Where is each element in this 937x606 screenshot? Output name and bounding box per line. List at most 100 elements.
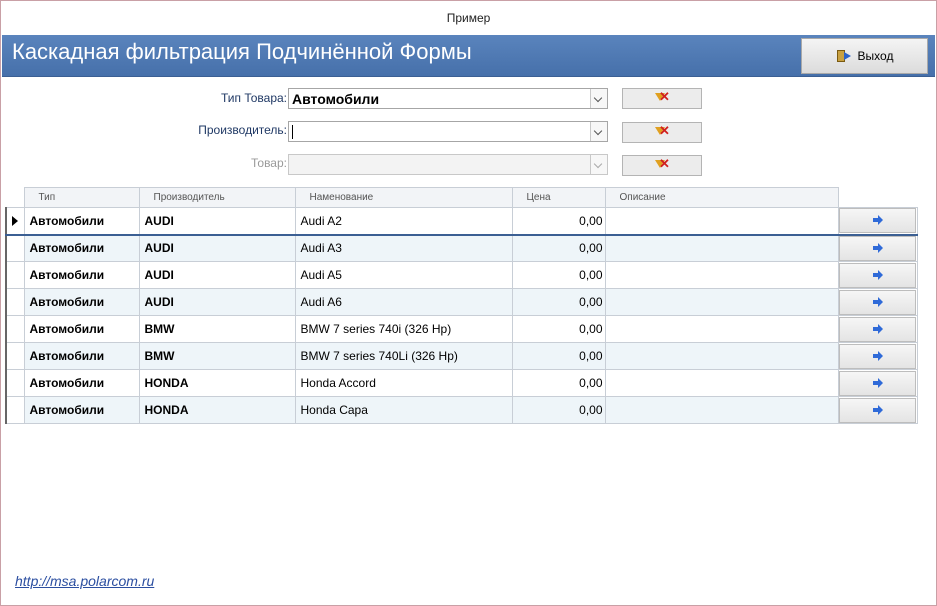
cell-name[interactable]: BMW 7 series 740Li (326 Hp): [294, 342, 513, 370]
cell-maker[interactable]: HONDA: [138, 396, 296, 424]
arrow-right-icon: [873, 269, 883, 280]
row-selector[interactable]: [5, 396, 25, 424]
row-selector[interactable]: [5, 369, 25, 397]
cell-maker[interactable]: BMW: [138, 342, 296, 370]
cell-name[interactable]: Audi A2: [294, 207, 513, 236]
filter-type-combo[interactable]: Автомобили: [288, 88, 608, 109]
row-selector-header: [6, 187, 24, 208]
open-record-button[interactable]: [839, 208, 916, 234]
table-row[interactable]: Автомобили HONDA Honda Accord 0,00: [5, 369, 918, 397]
cell-description[interactable]: [604, 369, 839, 397]
cell-price[interactable]: 0,00: [511, 288, 606, 316]
table-row[interactable]: Автомобили AUDI Audi A5 0,00: [5, 261, 918, 289]
cell-description[interactable]: [604, 261, 839, 289]
cell-price[interactable]: 0,00: [511, 342, 606, 370]
row-selector[interactable]: [5, 315, 25, 343]
table-row[interactable]: Автомобили BMW BMW 7 series 740Li (326 H…: [5, 342, 918, 370]
cell-maker[interactable]: AUDI: [138, 288, 296, 316]
cell-name[interactable]: BMW 7 series 740i (326 Hp): [294, 315, 513, 343]
arrow-right-icon: [873, 296, 883, 307]
chevron-down-icon[interactable]: [590, 122, 607, 141]
filter-maker-combo[interactable]: [288, 121, 608, 142]
grid-header-row: Тип Производитель Наменование Цена Описа…: [6, 187, 917, 208]
cell-maker[interactable]: AUDI: [138, 261, 296, 289]
table-row[interactable]: Автомобили AUDI Audi A6 0,00: [5, 288, 918, 316]
cell-name[interactable]: Honda Accord: [294, 369, 513, 397]
cell-description[interactable]: [604, 207, 839, 236]
table-row[interactable]: Автомобили BMW BMW 7 series 740i (326 Hp…: [5, 315, 918, 343]
cell-type[interactable]: Автомобили: [23, 207, 140, 236]
cell-price[interactable]: 0,00: [511, 207, 606, 236]
cell-maker[interactable]: AUDI: [138, 207, 296, 236]
form-title: Каскадная фильтрация Подчинённой Формы: [12, 39, 472, 64]
chevron-down-icon[interactable]: [590, 89, 607, 108]
clear-maker-filter-button[interactable]: ✕: [622, 122, 702, 143]
cell-maker[interactable]: HONDA: [138, 369, 296, 397]
open-cell: [837, 288, 918, 316]
cell-type[interactable]: Автомобили: [23, 342, 140, 370]
cell-price[interactable]: 0,00: [511, 315, 606, 343]
arrow-right-icon: [873, 404, 883, 415]
cell-type[interactable]: Автомобили: [23, 369, 140, 397]
column-header-type[interactable]: Тип: [23, 187, 140, 208]
clear-filter-icon: ✕: [655, 90, 670, 106]
table-row[interactable]: Автомобили AUDI Audi A2 0,00: [5, 207, 918, 236]
filter-type-label: Тип Товара:: [221, 91, 287, 105]
current-row-icon: [12, 216, 18, 226]
action-column-header: [838, 187, 917, 208]
row-selector[interactable]: [5, 207, 25, 236]
cell-type[interactable]: Автомобили: [23, 288, 140, 316]
open-record-button[interactable]: [839, 235, 916, 261]
row-selector[interactable]: [5, 261, 25, 289]
clear-product-filter-button[interactable]: ✕: [622, 155, 702, 176]
exit-button[interactable]: Выход: [801, 38, 928, 74]
open-record-button[interactable]: [839, 343, 916, 369]
filter-type-value: Автомобили: [292, 91, 380, 107]
arrow-right-icon: [873, 242, 883, 253]
open-record-button[interactable]: [839, 397, 916, 423]
column-header-name[interactable]: Наменование: [294, 187, 513, 208]
clear-type-filter-button[interactable]: ✕: [622, 88, 702, 109]
open-record-button[interactable]: [839, 370, 916, 396]
cell-price[interactable]: 0,00: [511, 396, 606, 424]
cell-price[interactable]: 0,00: [511, 369, 606, 397]
filter-product-label: Товар:: [251, 156, 287, 170]
cell-price[interactable]: 0,00: [511, 234, 606, 262]
cell-name[interactable]: Audi A6: [294, 288, 513, 316]
open-record-button[interactable]: [839, 289, 916, 315]
open-record-button[interactable]: [839, 262, 916, 288]
filter-maker-label: Производитель:: [198, 123, 287, 137]
row-selector[interactable]: [5, 288, 25, 316]
table-row[interactable]: Автомобили HONDA Honda Capa 0,00: [5, 396, 918, 424]
cell-type[interactable]: Автомобили: [23, 315, 140, 343]
cell-description[interactable]: [604, 342, 839, 370]
arrow-right-icon: [873, 350, 883, 361]
cell-type[interactable]: Автомобили: [23, 234, 140, 262]
cell-type[interactable]: Автомобили: [23, 261, 140, 289]
row-selector[interactable]: [5, 342, 25, 370]
arrow-right-icon: [873, 215, 883, 226]
footer-link[interactable]: http://msa.polarcom.ru: [15, 573, 154, 589]
open-record-button[interactable]: [839, 316, 916, 342]
cell-name[interactable]: Honda Capa: [294, 396, 513, 424]
table-row[interactable]: Автомобили AUDI Audi A3 0,00: [5, 234, 918, 262]
cell-name[interactable]: Audi A3: [294, 234, 513, 262]
cell-description[interactable]: [604, 234, 839, 262]
column-header-description[interactable]: Описание: [604, 187, 839, 208]
open-cell: [837, 207, 918, 236]
cell-maker[interactable]: BMW: [138, 315, 296, 343]
cell-description[interactable]: [604, 315, 839, 343]
column-header-price[interactable]: Цена: [511, 187, 606, 208]
open-cell: [837, 396, 918, 424]
cell-description[interactable]: [604, 288, 839, 316]
cell-maker[interactable]: AUDI: [138, 234, 296, 262]
filter-product-combo: [288, 154, 608, 175]
exit-door-icon: [836, 49, 852, 63]
form-window: Пример Каскадная фильтрация Подчинённой …: [0, 0, 937, 606]
cell-description[interactable]: [604, 396, 839, 424]
cell-type[interactable]: Автомобили: [23, 396, 140, 424]
cell-price[interactable]: 0,00: [511, 261, 606, 289]
column-header-maker[interactable]: Производитель: [138, 187, 296, 208]
cell-name[interactable]: Audi A5: [294, 261, 513, 289]
row-selector[interactable]: [5, 234, 25, 262]
